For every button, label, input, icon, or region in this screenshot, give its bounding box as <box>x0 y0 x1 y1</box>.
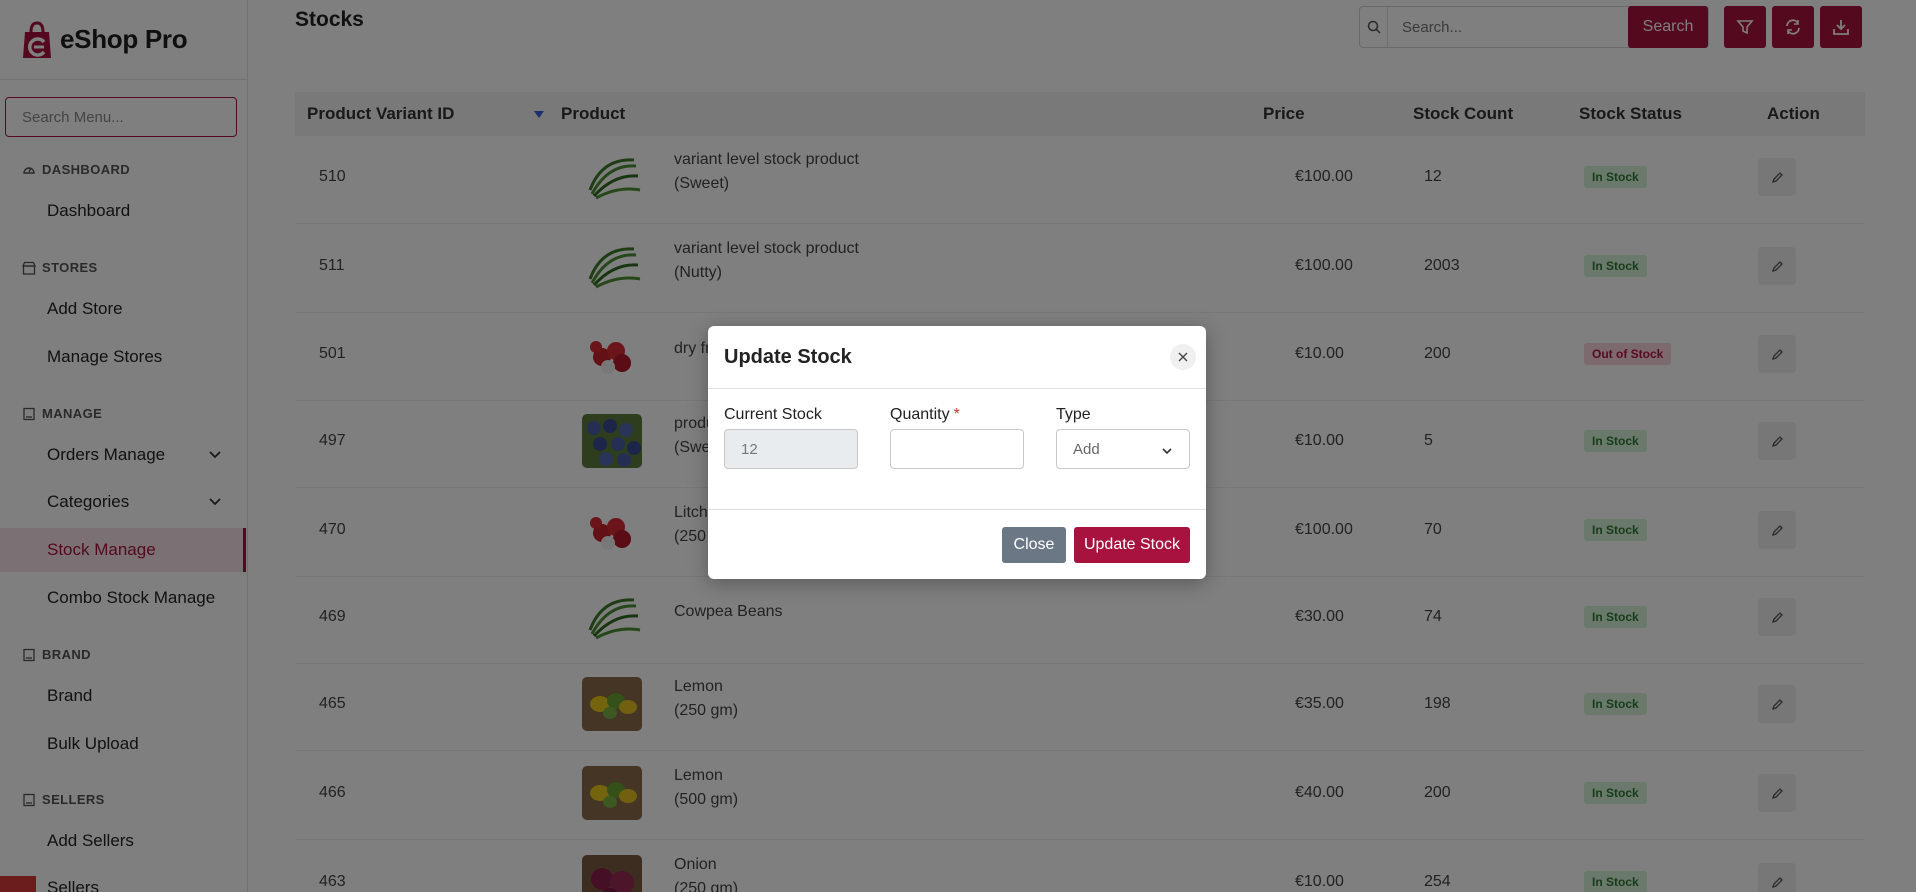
chevron-down-icon <box>1162 448 1172 455</box>
current-stock-value: 12 <box>741 440 758 458</box>
quantity-label: Quantity * <box>890 406 960 424</box>
type-select[interactable]: Add <box>1056 429 1190 469</box>
close-icon <box>1178 352 1188 362</box>
modal-title: Update Stock <box>724 346 852 368</box>
quantity-label-text: Quantity <box>890 406 950 423</box>
type-label: Type <box>1056 406 1091 423</box>
divider <box>708 509 1206 510</box>
update-stock-modal: Update Stock Current Stock 12 Quantity * … <box>708 326 1206 579</box>
quantity-input[interactable] <box>890 429 1024 469</box>
update-stock-button[interactable]: Update Stock <box>1074 527 1190 563</box>
required-mark: * <box>953 406 960 423</box>
type-select-value: Add <box>1073 440 1100 458</box>
divider <box>708 388 1206 389</box>
modal-close-button[interactable] <box>1170 344 1196 370</box>
current-stock-label: Current Stock <box>724 406 822 423</box>
close-button[interactable]: Close <box>1002 527 1066 563</box>
current-stock-field: 12 <box>724 429 858 469</box>
